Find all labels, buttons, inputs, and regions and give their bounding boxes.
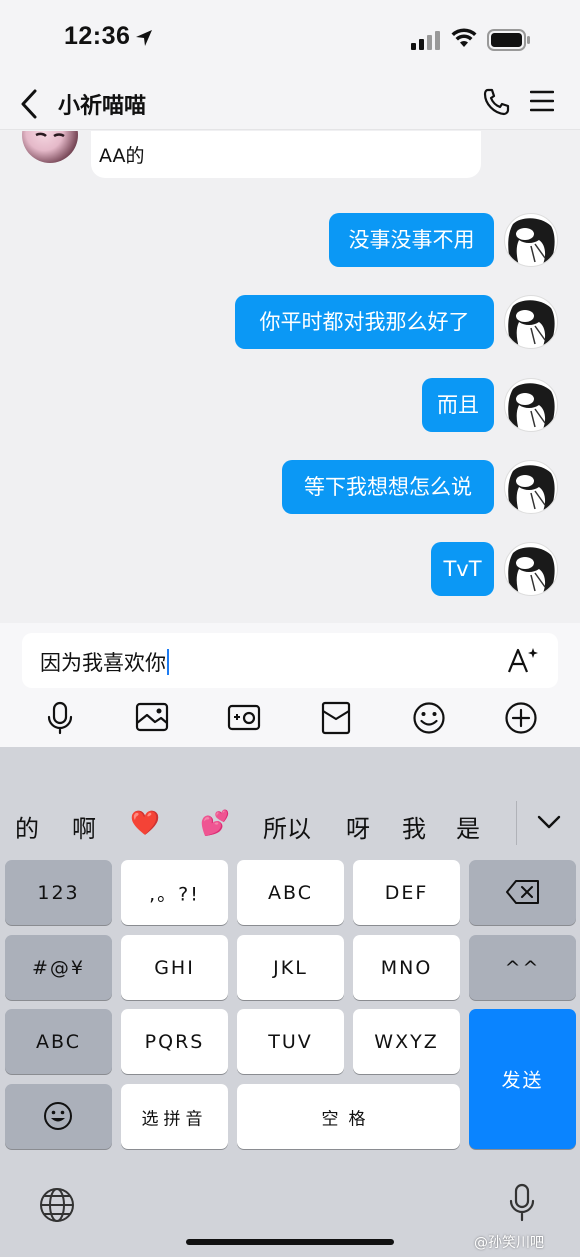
candidate-item[interactable]: 💕 [200,809,230,837]
incoming-message-text: AA的 [99,145,145,167]
chat-title: 小祈喵喵 [58,94,147,119]
key-label: JKL [273,956,308,979]
outgoing-message-bubble[interactable]: 等下我想想怎么说 [282,460,494,514]
backspace-icon [506,880,539,904]
candidate-bar: 的 啊 ❤️ 💕 所以 呀 我 是 [0,797,580,853]
candidate-item[interactable]: 我 [402,809,426,844]
key-abc[interactable]: ABC [237,860,344,925]
candidate-item[interactable]: 啊 [72,809,96,844]
chat-header: 小祈喵喵 [0,78,580,130]
message-input-text[interactable]: 因为我喜欢你 [40,647,169,677]
contact-avatar[interactable] [22,131,78,163]
key-label: 123 [37,881,80,904]
key-label: ,。?! [149,883,200,905]
key-mno[interactable]: MNO [353,935,460,1000]
key-label: TUV [268,1030,313,1053]
key-symbols[interactable]: #@¥ [5,935,112,1000]
key-label: PQRS [144,1030,205,1053]
keyboard: 的 啊 ❤️ 💕 所以 呀 我 是 123 ,。?! ABC DEF #@¥ G… [0,747,580,1257]
key-abc-switch[interactable]: ABC [5,1009,112,1074]
my-avatar[interactable] [504,295,558,349]
my-avatar[interactable] [504,460,558,514]
key-label: ABC [36,1030,81,1053]
status-time: 12:36 [64,22,131,50]
key-kaomoji[interactable]: ^^ [469,935,576,1000]
key-label: 空格 [321,1109,376,1129]
status-bar: 12:36 [0,0,580,78]
phone-icon[interactable] [482,87,512,117]
key-label: ^^ [504,956,541,979]
key-label: MNO [380,956,433,979]
outgoing-message-bubble[interactable]: 而且 [422,378,494,432]
home-indicator[interactable] [186,1239,394,1245]
key-label: GHI [154,956,195,979]
globe-icon[interactable] [38,1186,76,1224]
my-avatar[interactable] [504,542,558,596]
image-icon[interactable] [135,701,169,733]
key-label: 选拼音 [141,1109,208,1129]
send-key[interactable]: 发送 [469,1009,576,1149]
dictation-mic-icon[interactable] [508,1183,536,1223]
message-input[interactable]: 因为我喜欢你 [22,633,558,688]
red-packet-icon[interactable] [320,701,352,735]
space-key[interactable]: 空格 [237,1084,460,1149]
my-avatar[interactable] [504,378,558,432]
plus-icon[interactable] [504,701,538,735]
menu-icon[interactable] [530,90,554,112]
key-123[interactable]: 123 [5,860,112,925]
outgoing-message-bubble[interactable]: 你平时都对我那么好了 [235,295,494,349]
key-def[interactable]: DEF [353,860,460,925]
candidate-item[interactable]: 的 [15,809,39,844]
key-jkl[interactable]: JKL [237,935,344,1000]
key-emoji[interactable] [5,1084,112,1149]
key-label: ABC [268,881,313,904]
wifi-icon [451,28,477,47]
key-label: #@¥ [31,956,85,979]
key-ghi[interactable]: GHI [121,935,228,1000]
emoji-icon [44,1102,72,1130]
key-label: 发送 [501,1069,544,1092]
composer-toolbar [0,697,580,741]
key-label: WXYZ [374,1030,439,1053]
key-label: DEF [384,881,429,904]
outgoing-message-bubble[interactable]: TvT [431,542,494,596]
key-punctuation[interactable]: ,。?! [121,860,228,925]
candidate-item[interactable]: ❤️ [130,809,160,837]
location-arrow-icon [136,30,152,46]
key-wxyz[interactable]: WXYZ [353,1009,460,1074]
message-input-value: 因为我喜欢你 [40,651,166,675]
composer: 因为我喜欢你 [0,623,580,747]
key-pqrs[interactable]: PQRS [121,1009,228,1074]
clipped-text-line [101,131,471,137]
text-caret [167,649,169,675]
candidate-item[interactable]: 是 [456,809,480,844]
ai-text-icon[interactable] [506,645,540,675]
message-list[interactable]: AA的 没事没事不用 你平时都对我那么好了 而且 等下我想想怎么说 TvT [0,131,580,623]
camera-icon[interactable] [227,701,261,733]
battery-icon [487,29,530,51]
voice-icon[interactable] [46,701,74,735]
delete-key[interactable] [469,860,576,925]
candidate-item[interactable]: 呀 [346,809,370,844]
cellular-signal-icon [411,31,440,50]
back-chevron-icon[interactable] [18,88,40,120]
candidate-item[interactable]: 所以 [263,809,311,844]
outgoing-message-bubble[interactable]: 没事没事不用 [329,213,494,267]
my-avatar[interactable] [504,213,558,267]
emoji-icon[interactable] [412,701,446,735]
incoming-message-bubble[interactable]: AA的 [91,131,481,178]
candidate-divider [516,801,517,845]
chevron-down-icon[interactable] [536,813,562,831]
key-select-pinyin[interactable]: 选拼音 [121,1084,228,1149]
key-tuv[interactable]: TUV [237,1009,344,1074]
watermark: @孙笑川吧 [474,1235,544,1251]
